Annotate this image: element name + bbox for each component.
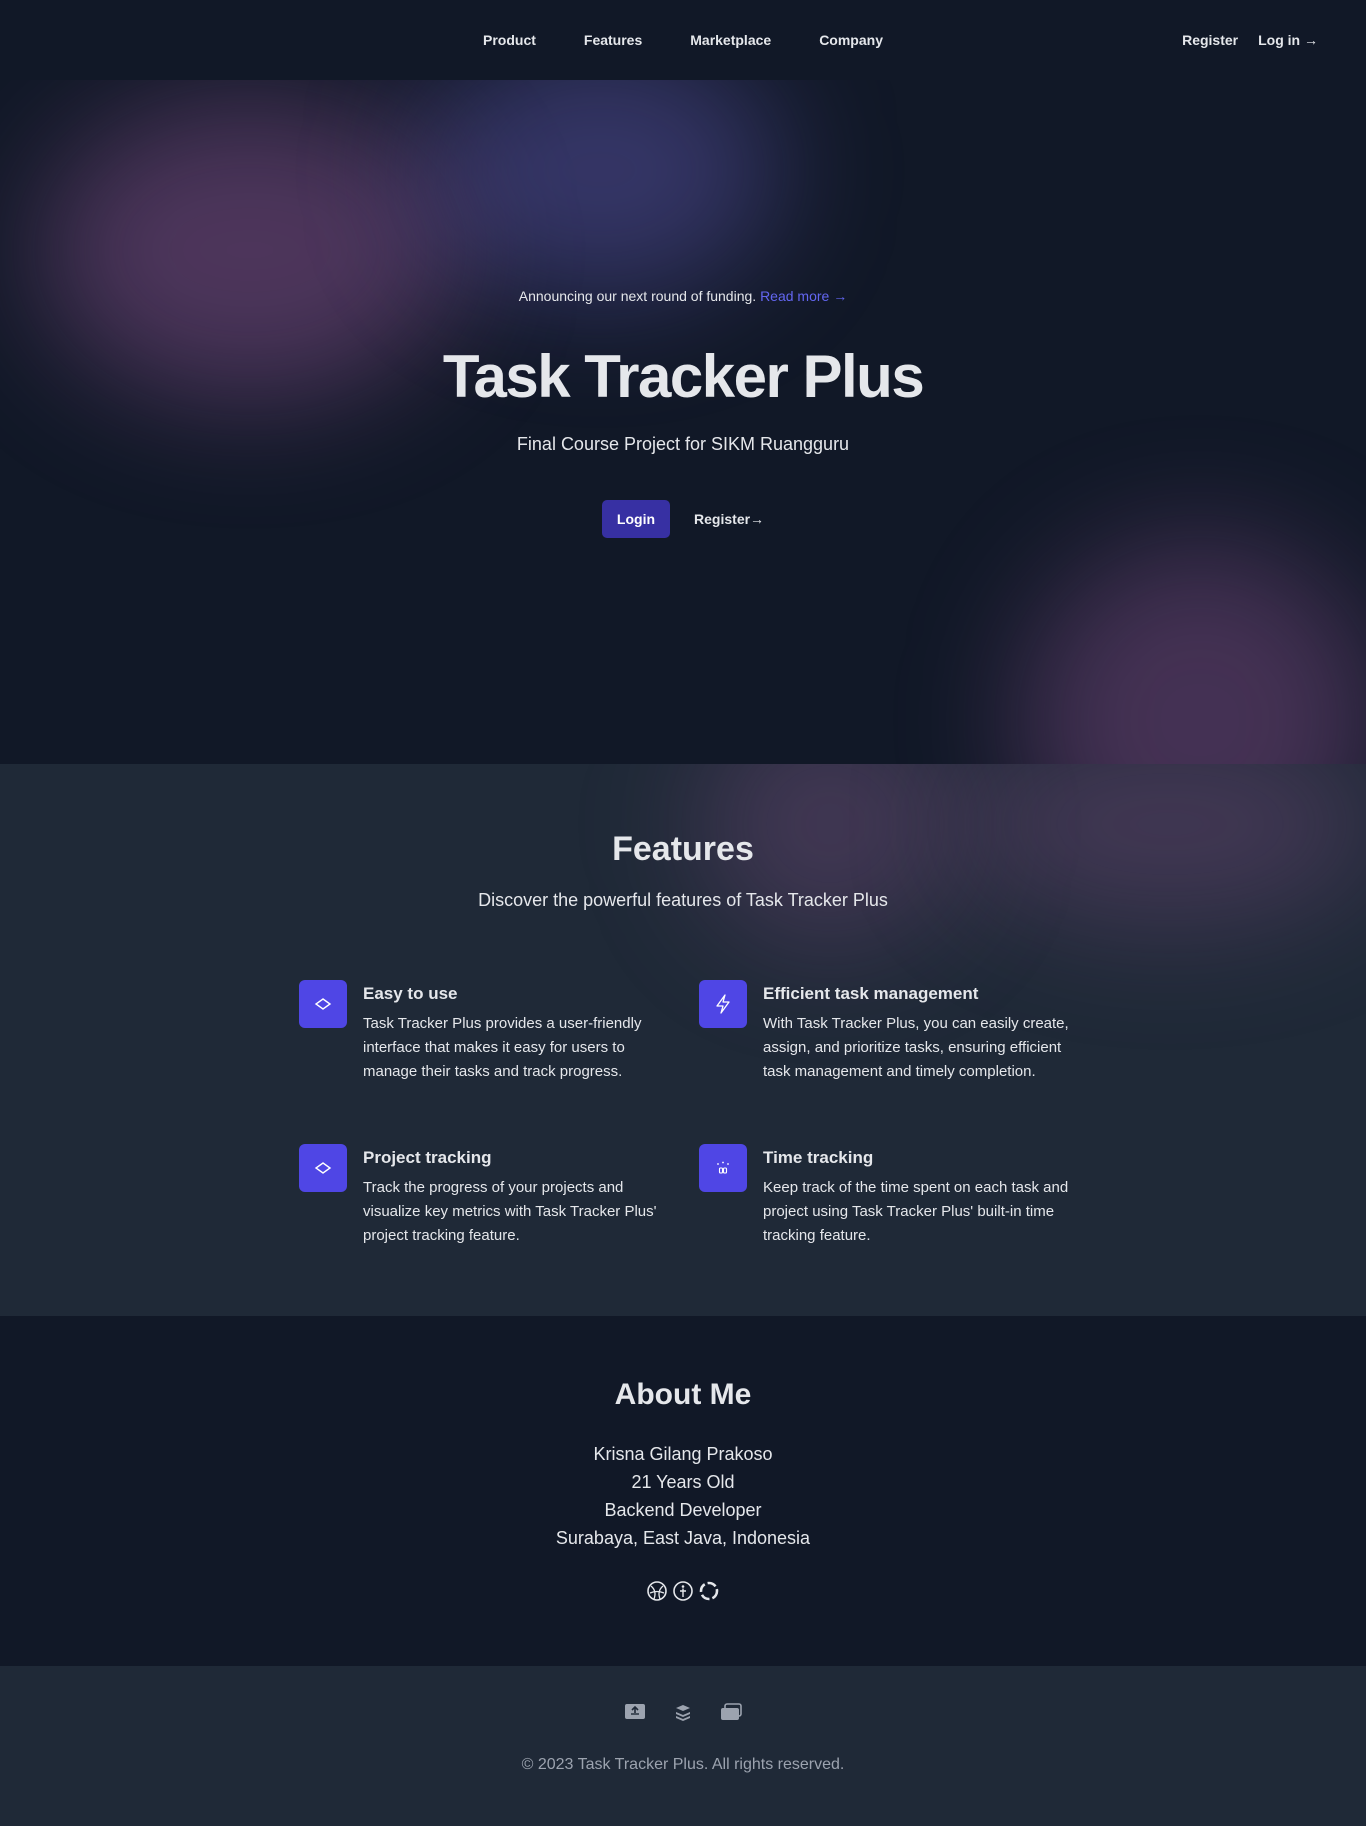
features-subtitle: Discover the powerful features of Task T… [478,890,888,910]
auth-nav: Register Log in → [1182,0,1318,80]
features-title: Features [612,830,754,868]
decorative-gradient-blob [1020,540,1366,764]
basketball-icon[interactable] [646,1580,668,1602]
social-links [0,1580,1366,1602]
presentation-icon[interactable] [623,1700,647,1724]
nav-marketplace[interactable]: Marketplace [690,32,771,48]
read-more-link[interactable]: Read more → [760,288,847,304]
github-icon[interactable] [698,1580,720,1602]
person-icon[interactable] [672,1580,694,1602]
feature-card: Project tracking Track the progress of y… [299,1144,679,1248]
about-role: Backend Developer [604,1500,762,1520]
announcement-banner: Announcing our next round of funding. Re… [0,288,1366,304]
feature-title: Easy to use [363,984,458,1003]
announcement-text: Announcing our next round of funding. [518,288,757,304]
hero-actions: Login Register→ [0,500,1366,538]
login-button[interactable]: Login [601,500,671,538]
footer-links [0,1700,1366,1724]
about-age: 21 Years Old [631,1472,735,1492]
feature-card: Efficient task management With Task Trac… [699,980,1079,1084]
feature-description: Keep track of the time spent on each tas… [763,1179,1069,1244]
feature-card: Time tracking Keep track of the time spe… [699,1144,1079,1248]
nav-product[interactable]: Product [483,32,536,48]
feature-description: Task Tracker Plus provides a user-friend… [363,1015,642,1080]
hero-title: Task Tracker Plus [442,343,925,410]
feature-card: Easy to use Task Tracker Plus provides a… [299,980,679,1084]
features-section: Features Discover the powerful features … [0,764,1366,1316]
feature-title: Efficient task management [763,984,979,1003]
top-navbar: Product Features Marketplace Company Reg… [0,0,1366,80]
clock-icon [699,1144,747,1192]
layers-icon[interactable] [671,1700,695,1724]
hero-section: Announcing our next round of funding. Re… [0,80,1366,764]
hero-subtitle: Final Course Project for SIKM Ruangguru [516,434,850,454]
about-name: Krisna Gilang Prakoso [593,1444,773,1464]
about-details: Krisna Gilang Prakoso 21 Years Old Backe… [0,1440,1366,1552]
about-section: About Me Krisna Gilang Prakoso 21 Years … [0,1316,1366,1666]
nav-login-link[interactable]: Log in → [1258,32,1318,48]
copyright-text: © 2023 Task Tracker Plus. All rights res… [521,1756,845,1773]
feature-title: Time tracking [763,1148,874,1167]
nav-features[interactable]: Features [584,32,642,48]
feature-description: With Task Tracker Plus, you can easily c… [763,1015,1069,1080]
bolt-icon [699,980,747,1028]
register-link[interactable]: Register→ [694,511,764,527]
feature-description: Track the progress of your projects and … [363,1179,657,1244]
about-title: About Me [614,1378,752,1411]
diamond-icon [299,1144,347,1192]
feature-title: Project tracking [363,1148,492,1167]
folder-icon[interactable] [719,1700,743,1724]
diamond-icon [299,980,347,1028]
page-footer: © 2023 Task Tracker Plus. All rights res… [0,1666,1366,1826]
nav-register-link[interactable]: Register [1182,32,1238,48]
main-nav: Product Features Marketplace Company [0,0,1366,80]
decorative-gradient-blob [420,80,780,300]
nav-company[interactable]: Company [819,32,883,48]
about-location: Surabaya, East Java, Indonesia [555,1528,811,1548]
